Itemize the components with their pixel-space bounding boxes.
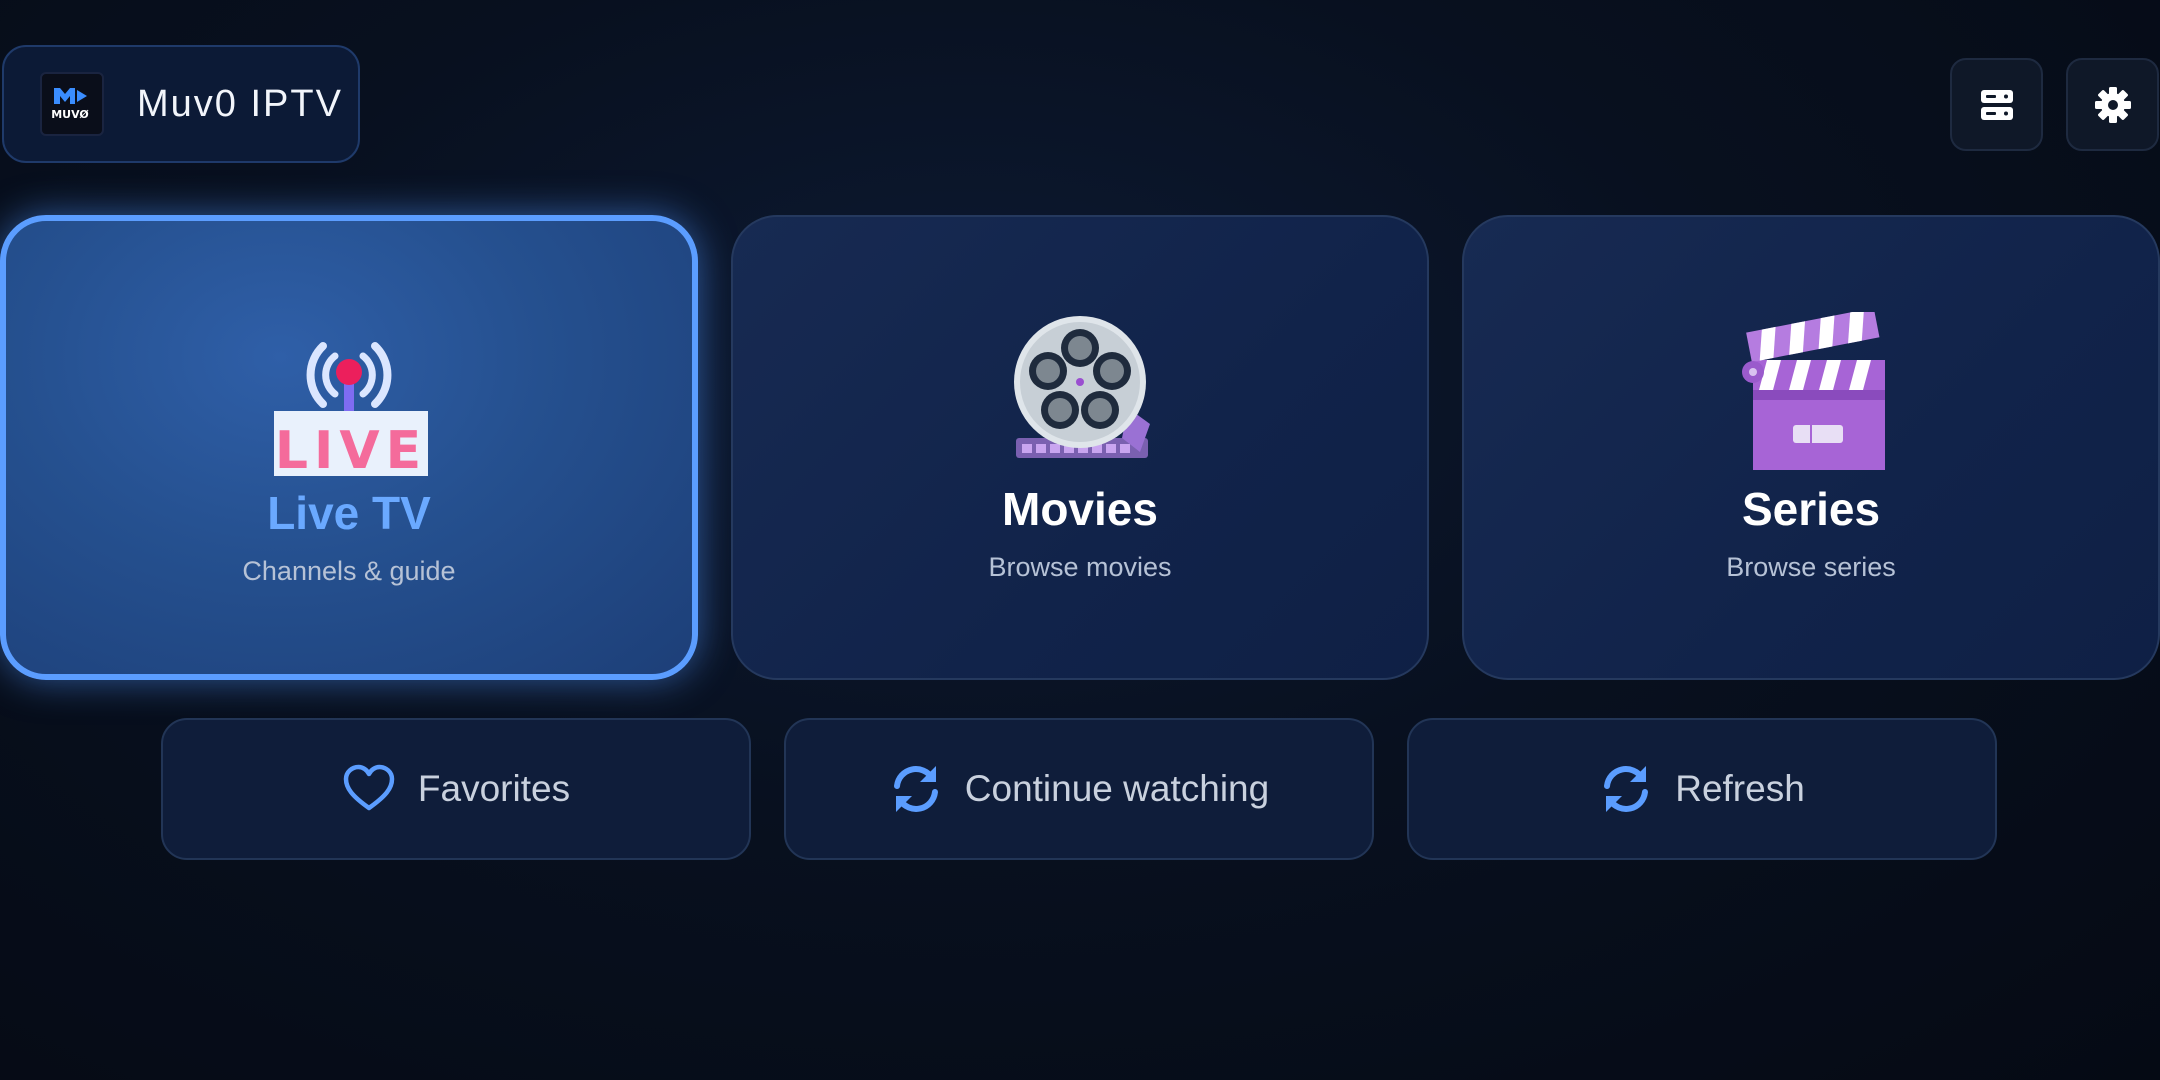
brand-header: MUVØ Muv0 IPTV bbox=[2, 45, 360, 163]
film-reel-icon bbox=[1014, 316, 1150, 458]
card-subtitle: Browse series bbox=[1726, 552, 1896, 582]
refresh-icon bbox=[893, 766, 938, 812]
favorites-button[interactable]: Favorites bbox=[161, 718, 751, 860]
action-label: Continue watching bbox=[964, 768, 1270, 809]
action-label: Favorites bbox=[417, 768, 571, 809]
card-title: Series bbox=[1741, 483, 1881, 535]
gear-icon bbox=[2094, 86, 2131, 123]
heart-icon bbox=[343, 764, 395, 811]
live-tv-card[interactable]: LIVE Live TV Channels & guide bbox=[0, 215, 698, 680]
server-button[interactable] bbox=[1950, 58, 2043, 151]
card-title: Live TV bbox=[267, 487, 431, 539]
clapperboard-icon bbox=[1742, 312, 1885, 470]
movies-card[interactable]: Movies Browse movies bbox=[731, 215, 1429, 680]
card-subtitle: Browse movies bbox=[988, 552, 1172, 582]
live-broadcast-icon: LIVE bbox=[274, 342, 428, 476]
refresh-icon bbox=[1604, 766, 1649, 812]
settings-button[interactable] bbox=[2066, 58, 2159, 151]
server-icon bbox=[1980, 89, 2013, 120]
app-title: Muv0 IPTV bbox=[137, 82, 343, 125]
svg-text:LIVE: LIVE bbox=[275, 421, 427, 476]
app-logo: MUVØ bbox=[40, 72, 104, 136]
continue-watching-button[interactable]: Continue watching bbox=[784, 718, 1374, 860]
card-subtitle: Channels & guide bbox=[242, 556, 456, 586]
series-card[interactable]: Series Browse series bbox=[1462, 215, 2160, 680]
card-title: Movies bbox=[1002, 483, 1158, 535]
refresh-button[interactable]: Refresh bbox=[1407, 718, 1997, 860]
app-logo-icon: MUVØ bbox=[51, 88, 89, 121]
action-label: Refresh bbox=[1675, 768, 1805, 809]
svg-text:MUVØ: MUVØ bbox=[51, 108, 89, 121]
